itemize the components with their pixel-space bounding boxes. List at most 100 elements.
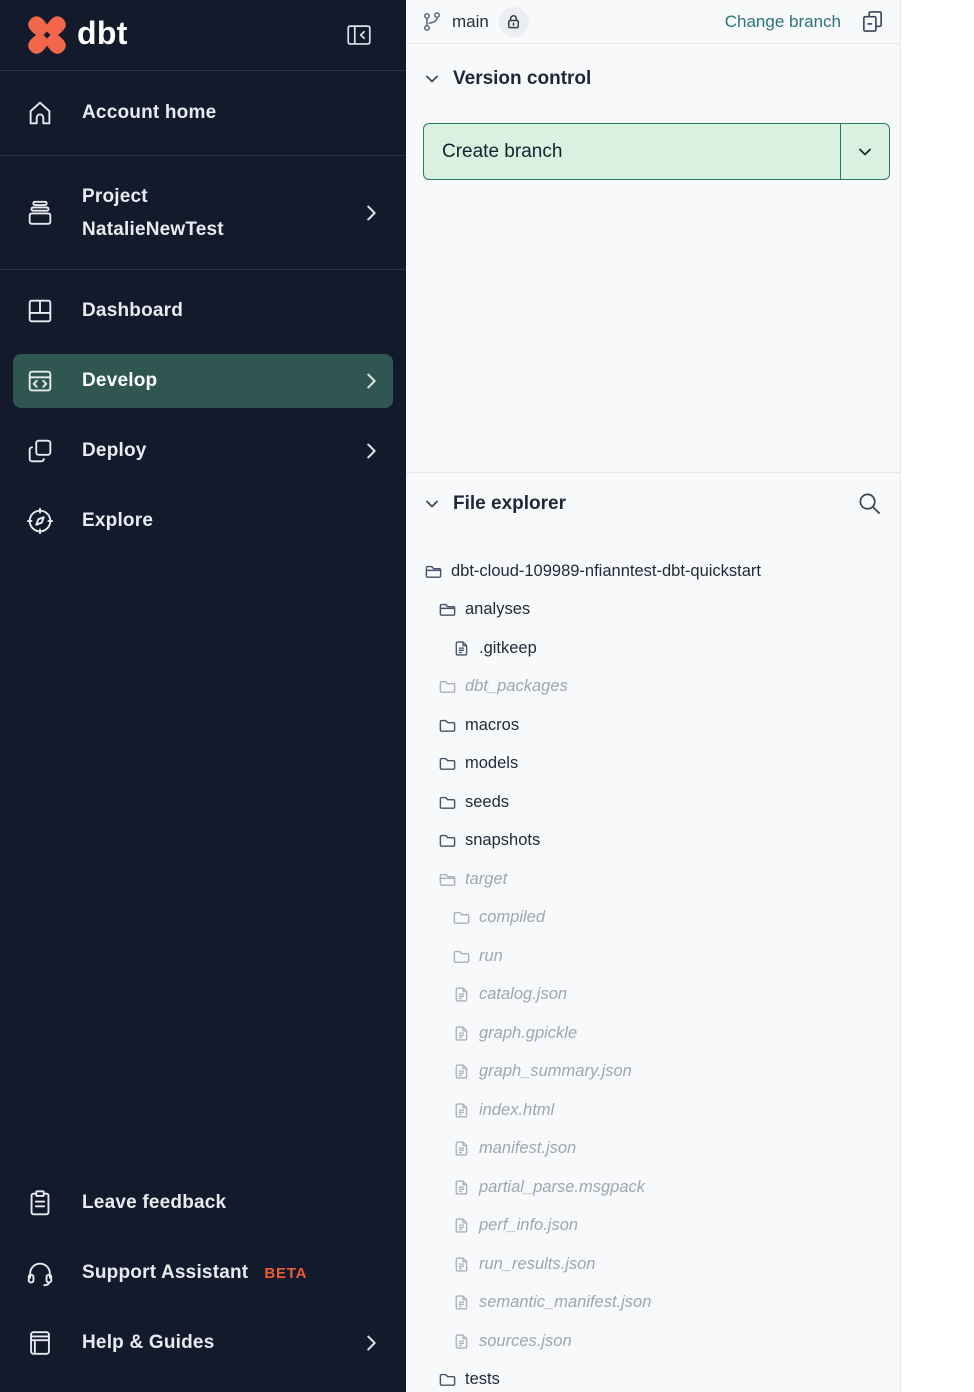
file-icon bbox=[452, 985, 471, 1004]
search-icon[interactable] bbox=[857, 491, 882, 516]
tree-item-label: compiled bbox=[479, 908, 545, 927]
folder-icon bbox=[438, 677, 457, 696]
sidebar-logo-row: dbt bbox=[0, 0, 406, 71]
version-control-header[interactable]: Version control bbox=[423, 68, 884, 90]
sidebar-item-dashboard[interactable]: Dashboard bbox=[13, 284, 393, 338]
tree-item-label: seeds bbox=[465, 793, 509, 812]
section-title: File explorer bbox=[453, 493, 566, 515]
tree-item-run_results.json[interactable]: run_results.json bbox=[406, 1245, 900, 1284]
sidebar-item-project[interactable]: Project NatalieNewTest bbox=[0, 156, 406, 270]
create-branch-caret[interactable] bbox=[841, 124, 889, 179]
chevron-down-icon bbox=[856, 143, 874, 161]
tree-item-graph_summary.json[interactable]: graph_summary.json bbox=[406, 1053, 900, 1092]
tree-item-compiled[interactable]: compiled bbox=[406, 899, 900, 938]
file-icon bbox=[452, 1216, 471, 1235]
tree-item-semantic_manifest.json[interactable]: semantic_manifest.json bbox=[406, 1284, 900, 1323]
sidebar-item-label: Deploy bbox=[82, 440, 147, 462]
sidebar-item-help-guides[interactable]: Help & Guides bbox=[13, 1316, 393, 1370]
tree-item-macros[interactable]: macros bbox=[406, 706, 900, 745]
tree-item-models[interactable]: models bbox=[406, 745, 900, 784]
tree-item-label: .gitkeep bbox=[479, 639, 537, 658]
dbt-logo: dbt bbox=[26, 14, 128, 56]
tree-item-label: partial_parse.msgpack bbox=[479, 1178, 645, 1197]
tree-item-label: perf_info.json bbox=[479, 1216, 578, 1235]
sidebar-item-leave-feedback[interactable]: Leave feedback bbox=[13, 1176, 393, 1230]
tree-item-index.html[interactable]: index.html bbox=[406, 1091, 900, 1130]
tree-item-label: tests bbox=[465, 1370, 500, 1389]
sidebar-item-account-home[interactable]: Account home bbox=[0, 71, 406, 156]
headset-icon bbox=[24, 1258, 56, 1288]
file-icon bbox=[452, 1139, 471, 1158]
tree-item-target[interactable]: target bbox=[406, 860, 900, 899]
git-branch-icon bbox=[421, 11, 443, 33]
right-gutter bbox=[902, 0, 974, 1392]
chevron-right-icon bbox=[360, 370, 382, 392]
tree-item-run[interactable]: run bbox=[406, 937, 900, 976]
sidebar-item-label: Account home bbox=[82, 102, 216, 124]
tree-item-dbt-cloud-109989-nfianntest-dbt-quickstart[interactable]: dbt-cloud-109989-nfianntest-dbt-quicksta… bbox=[406, 552, 900, 591]
beta-badge: BETA bbox=[264, 1265, 307, 1282]
chevron-down-icon bbox=[423, 495, 441, 513]
chevron-right-icon bbox=[360, 440, 382, 462]
tree-item-analyses[interactable]: analyses bbox=[406, 591, 900, 630]
folder-icon bbox=[438, 754, 457, 773]
lock-icon bbox=[504, 12, 523, 31]
tree-item-tests[interactable]: tests bbox=[406, 1361, 900, 1392]
create-branch-button[interactable]: Create branch bbox=[423, 123, 890, 180]
file-explorer-header[interactable]: File explorer bbox=[406, 491, 900, 516]
dbt-logo-icon bbox=[26, 14, 68, 56]
sidebar: dbt Account home bbox=[0, 0, 406, 1392]
tree-item-sources.json[interactable]: sources.json bbox=[406, 1322, 900, 1361]
create-branch-label[interactable]: Create branch bbox=[424, 124, 841, 179]
dashboard-icon bbox=[24, 296, 56, 326]
sidebar-footer-group: Leave feedback Support Assistant BETA bbox=[0, 1176, 406, 1370]
branch-bar: main Change branch bbox=[406, 0, 900, 44]
app: dbt Account home bbox=[0, 0, 974, 1392]
tree-item-graph.gpickle[interactable]: graph.gpickle bbox=[406, 1014, 900, 1053]
change-branch-link[interactable]: Change branch bbox=[725, 12, 841, 32]
file-icon bbox=[452, 1293, 471, 1312]
tree-item-.gitkeep[interactable]: .gitkeep bbox=[406, 629, 900, 668]
project-line: Project bbox=[82, 180, 224, 213]
tree-item-manifest.json[interactable]: manifest.json bbox=[406, 1130, 900, 1169]
folder-icon bbox=[452, 947, 471, 966]
chevron-right-icon bbox=[360, 202, 382, 224]
tree-item-perf_info.json[interactable]: perf_info.json bbox=[406, 1207, 900, 1246]
tree-item-seeds[interactable]: seeds bbox=[406, 783, 900, 822]
sidebar-item-label: Dashboard bbox=[82, 300, 183, 322]
tree-item-label: models bbox=[465, 754, 518, 773]
folder-open-icon bbox=[424, 562, 443, 581]
file-icon bbox=[452, 1101, 471, 1120]
tree-item-label: snapshots bbox=[465, 831, 540, 850]
branch-protected-badge bbox=[499, 7, 529, 37]
tree-item-label: analyses bbox=[465, 600, 530, 619]
tree-item-catalog.json[interactable]: catalog.json bbox=[406, 976, 900, 1015]
project-icon bbox=[24, 198, 56, 228]
file-tree: dbt-cloud-109989-nfianntest-dbt-quicksta… bbox=[406, 552, 900, 1392]
sidebar-item-label: Project NatalieNewTest bbox=[82, 180, 224, 246]
copy-icon[interactable] bbox=[860, 9, 885, 34]
sidebar-nav-group: Dashboard Develop bbox=[0, 284, 406, 548]
sidebar-item-develop[interactable]: Develop bbox=[13, 354, 393, 408]
tree-item-label: catalog.json bbox=[479, 985, 567, 1004]
tree-item-label: graph.gpickle bbox=[479, 1024, 577, 1043]
tree-item-label: index.html bbox=[479, 1101, 554, 1120]
tree-item-label: run bbox=[479, 947, 503, 966]
tree-item-label: graph_summary.json bbox=[479, 1062, 632, 1081]
section-title: Version control bbox=[453, 68, 591, 90]
sidebar-item-support-assistant[interactable]: Support Assistant BETA bbox=[13, 1246, 393, 1300]
tree-item-label: run_results.json bbox=[479, 1255, 595, 1274]
file-icon bbox=[452, 1062, 471, 1081]
develop-icon bbox=[24, 366, 56, 396]
sidebar-item-deploy[interactable]: Deploy bbox=[13, 424, 393, 478]
collapse-sidebar-icon[interactable] bbox=[344, 20, 374, 50]
tree-item-label: target bbox=[465, 870, 507, 889]
sidebar-item-label: Leave feedback bbox=[82, 1192, 226, 1214]
tree-item-partial_parse.msgpack[interactable]: partial_parse.msgpack bbox=[406, 1168, 900, 1207]
tree-item-label: semantic_manifest.json bbox=[479, 1293, 651, 1312]
tree-item-snapshots[interactable]: snapshots bbox=[406, 822, 900, 861]
sidebar-item-explore[interactable]: Explore bbox=[13, 494, 393, 548]
tree-item-dbt_packages[interactable]: dbt_packages bbox=[406, 668, 900, 707]
sidebar-item-label: Explore bbox=[82, 510, 153, 532]
current-branch-name: main bbox=[452, 12, 489, 32]
